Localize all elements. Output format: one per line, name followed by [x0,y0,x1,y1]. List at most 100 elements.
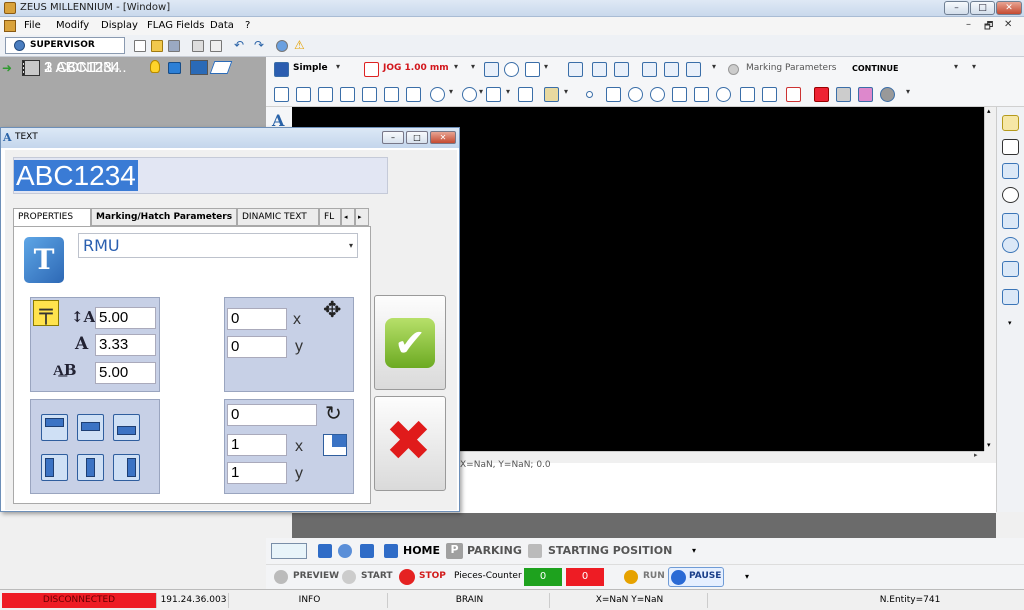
arc-dropdown[interactable]: ▾ [506,87,510,96]
align-left-icon[interactable] [568,62,583,77]
align-right-button[interactable] [113,454,140,481]
tab-fl[interactable]: FL [319,208,341,226]
print-icon[interactable] [192,40,204,52]
align-top-right-button[interactable] [113,414,140,441]
run-button[interactable]: RUN [643,571,665,581]
align-right-icon[interactable] [614,62,629,77]
font-select[interactable]: RMU ▾ [78,233,358,258]
run-icon[interactable] [624,570,638,584]
right-toolbar-dropdown[interactable]: ▾ [1008,319,1012,327]
mode-label[interactable]: Simple [293,63,328,73]
position-y-field[interactable]: 0 [227,336,287,358]
open-folder-icon[interactable] [151,40,163,52]
refresh-icon[interactable] [1002,289,1019,305]
tab-scroll-right-icon[interactable]: ▸ [355,208,369,226]
new-file-icon[interactable] [134,40,146,52]
snap-endpoint-icon[interactable] [740,87,755,102]
save-icon[interactable] [168,40,180,52]
close-button[interactable]: ✕ [996,1,1022,15]
tab-marking-hatch[interactable]: Marking/Hatch Parameters [91,208,237,226]
stop-icon[interactable] [399,569,415,585]
align-top-center-button[interactable] [77,414,104,441]
print-preview-icon[interactable] [210,40,222,52]
align-bottom-icon[interactable] [686,62,701,77]
scroll-up-arrow-icon[interactable]: ▴ [987,107,991,115]
mirror-icon[interactable] [1002,237,1019,253]
snap-grid-icon[interactable] [836,87,851,102]
height-field[interactable]: 5.00 [95,307,156,329]
point-tool-icon[interactable] [296,87,311,102]
dialog-title-bar[interactable]: A TEXT – □ ✕ [1,128,459,148]
ellipse-tool-icon[interactable] [462,87,477,102]
save-icon[interactable] [190,60,208,75]
job-item[interactable]: ➜ 3 CONTIN... [0,59,266,120]
redo-icon[interactable]: ↷ [254,38,264,52]
home-button[interactable]: HOME [403,544,440,557]
tab-scroll-left-icon[interactable]: ◂ [341,208,355,226]
cancel-button[interactable]: ✖ [374,396,446,491]
spacing-field[interactable]: 5.00 [95,362,156,384]
dialog-maximize-button[interactable]: □ [406,131,428,144]
dialog-minimize-button[interactable]: – [382,131,404,144]
import-tool-icon[interactable] [544,87,559,102]
globe-icon[interactable] [276,40,288,52]
job-item[interactable]: 2 ABC1234 [0,59,266,99]
grid-icon[interactable] [762,87,777,102]
undo-icon[interactable]: ↶ [234,38,244,52]
scroll-down-arrow-icon[interactable]: ▾ [987,441,991,449]
snap-circle-icon[interactable] [628,87,643,102]
toolbar-more-dropdown[interactable]: ▾ [972,62,976,71]
ellipse-dropdown[interactable]: ▾ [479,87,483,96]
snap-tangent-icon[interactable] [716,87,731,102]
menu-data[interactable]: Data [210,20,234,31]
array-icon[interactable] [1002,261,1019,277]
snap-line-icon[interactable] [606,87,621,102]
rotate-icon[interactable] [1002,187,1019,203]
confirm-button[interactable]: ✔ [374,295,446,390]
width-field[interactable]: 3.33 [95,334,156,356]
mdi-restore-button[interactable]: 🗗 [984,19,993,36]
parking-button[interactable]: PARKING [467,544,522,557]
frame-tool-icon[interactable] [518,87,533,102]
menu-file[interactable]: File [24,20,41,31]
magic-wand-icon[interactable] [484,62,499,77]
lock-icon[interactable] [168,62,181,74]
move-dropdown[interactable]: ▾ [544,62,548,71]
layers-icon[interactable] [858,87,873,102]
tab-dinamic-text[interactable]: DINAMIC TEXT [237,208,319,226]
move-icon[interactable] [1002,139,1019,155]
jog-move-icon[interactable] [364,62,379,77]
arc-tool-icon[interactable] [486,87,501,102]
mode-dropdown[interactable]: ▾ [336,62,340,71]
preview-icon[interactable] [274,570,288,584]
dialog-close-button[interactable]: ✕ [430,131,456,144]
parking-icon[interactable]: P [446,543,463,559]
polygon-tool-icon[interactable] [362,87,377,102]
snap-center-icon[interactable] [650,87,665,102]
snap-off-icon[interactable] [786,87,801,102]
jog-label[interactable]: JOG 1.00 mm [383,63,449,73]
settings-gear-icon[interactable] [880,87,895,102]
menu-help[interactable]: ? [245,20,250,31]
arrow-down-icon[interactable] [318,544,332,558]
mdi-minimize-button[interactable]: – [966,19,971,30]
starting-position-icon[interactable] [528,544,542,558]
menu-display[interactable]: Display [101,20,138,31]
starting-position-button[interactable]: STARTING POSITION [548,544,672,557]
move-arrows-icon[interactable] [525,62,540,77]
align-center-button[interactable] [77,454,104,481]
info-icon[interactable] [504,62,519,77]
line-tool-icon[interactable] [318,87,333,102]
home-icon[interactable] [384,544,398,558]
position-x-field[interactable]: 0 [227,308,287,330]
align-dropdown[interactable]: ▾ [712,62,716,71]
jog-more-dropdown[interactable]: ▾ [471,62,475,71]
preview-button[interactable]: PREVIEW [293,571,339,581]
import-dropdown[interactable]: ▾ [564,87,568,96]
snap-point-icon[interactable] [586,91,593,98]
maximize-button[interactable]: □ [970,1,995,15]
start-button[interactable]: START [361,571,393,581]
marking-parameters-value[interactable]: CONTINUE [852,64,898,73]
spline-tool-icon[interactable] [406,87,421,102]
menu-flag-fields[interactable]: FLAG Fields [147,20,204,31]
